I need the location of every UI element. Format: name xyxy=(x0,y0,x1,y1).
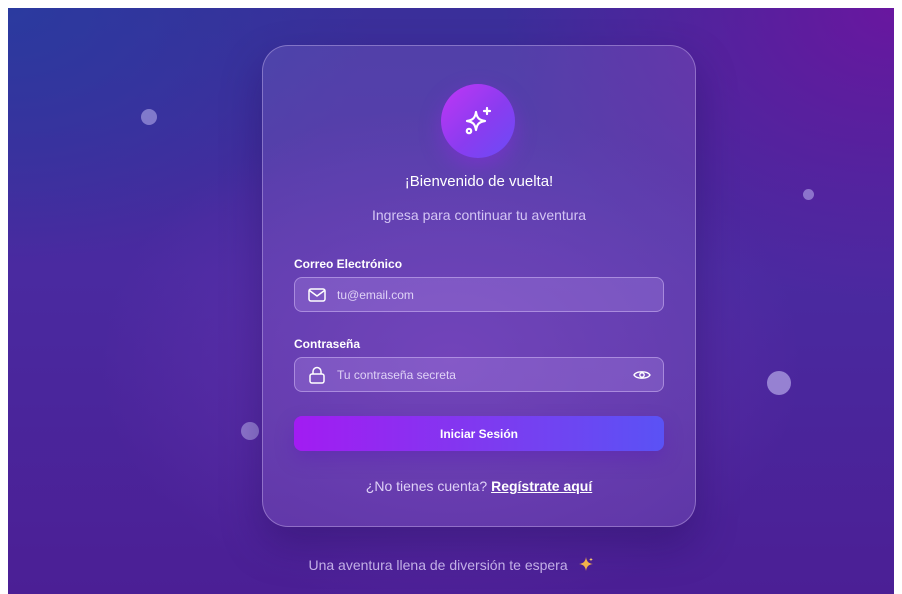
page-title: ¡Bienvenido de vuelta! xyxy=(404,173,554,190)
email-label: Correo Electrónico xyxy=(294,257,403,271)
email-field[interactable] xyxy=(337,287,637,302)
login-page: ¡Bienvenido de vuelta! Ingresa para cont… xyxy=(8,8,894,594)
password-field[interactable] xyxy=(337,367,637,382)
login-button[interactable]: Iniciar Sesión xyxy=(294,416,664,451)
decorative-bubble xyxy=(803,189,814,200)
sparkles-icon xyxy=(441,84,515,158)
password-field-wrapper xyxy=(294,357,664,392)
signup-prompt-text: ¿No tienes cuenta? xyxy=(365,478,492,494)
email-field-wrapper xyxy=(294,277,664,312)
eye-icon[interactable] xyxy=(633,366,651,384)
signup-prompt: ¿No tienes cuenta? Regístrate aquí xyxy=(263,478,695,494)
footer-text: Una aventura llena de diversión te esper… xyxy=(308,557,568,573)
decorative-bubble xyxy=(767,371,791,395)
mail-icon xyxy=(307,285,327,305)
password-label: Contraseña xyxy=(294,337,361,351)
decorative-bubble xyxy=(241,422,259,440)
footer-tagline: Una aventura llena de diversión te esper… xyxy=(8,556,894,575)
lock-icon xyxy=(307,365,327,385)
login-card: ¡Bienvenido de vuelta! Ingresa para cont… xyxy=(262,45,696,527)
sparkle-icon xyxy=(578,556,594,575)
decorative-bubble xyxy=(141,109,157,125)
page-subtitle: Ingresa para continuar tu aventura xyxy=(371,207,587,223)
signup-link[interactable]: Regístrate aquí xyxy=(491,478,592,494)
